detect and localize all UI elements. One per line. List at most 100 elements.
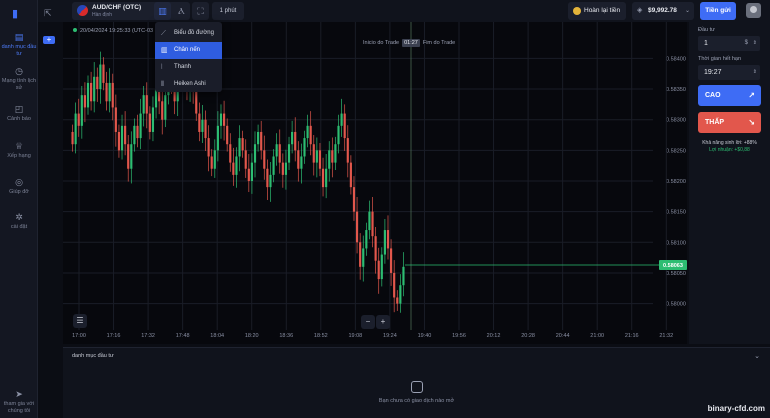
sidebar-item-portfolio[interactable]: ▤ danh mục đầu tư (0, 32, 38, 57)
zoom-in-button[interactable]: + (376, 315, 390, 329)
collapse-sidebar-icon[interactable]: ⇱ (44, 8, 52, 19)
y-tick-label: 0.58250 (666, 148, 686, 154)
x-tick-label: 21:00 (590, 333, 604, 339)
candle-body (390, 248, 393, 273)
invest-field[interactable]: 1 $ ⇕ (698, 36, 760, 51)
sidebar-item-ranking[interactable]: ♕ Xếp hạng (0, 141, 38, 160)
candle-body (241, 138, 244, 151)
asset-name: AUD/CHF (OTC) (92, 4, 142, 11)
candle-body (204, 119, 207, 139)
candle-body (371, 211, 374, 237)
candle-body (399, 285, 402, 304)
trade-window-labels: Inicio do Trade 01:27 Fim do Trade (363, 39, 455, 47)
candle-body (374, 236, 377, 261)
candle-body (105, 82, 108, 102)
sidebar-item-alerts[interactable]: ◰ Cảnh báo (0, 104, 38, 123)
candle-body (260, 131, 263, 151)
candle-body (278, 144, 281, 163)
timeframe-selector[interactable]: 1 phút (212, 2, 244, 20)
menu-item-label: Heiken Ashi (174, 81, 206, 87)
candle-body (207, 138, 210, 157)
arrow-down-right-icon: ↘ (748, 118, 755, 127)
profit-amount: Lợi nhuận: +$0,88 (709, 147, 750, 153)
x-tick-label: 17:00 (72, 333, 86, 339)
current-price-label: 0.58063 (663, 263, 683, 269)
candle-body (216, 125, 219, 151)
wallet-icon: ◈ (637, 7, 643, 14)
candle-body (362, 248, 365, 267)
down-label: THẤP (705, 119, 725, 126)
minus-icon: − (365, 317, 371, 326)
drawing-tools-button[interactable]: ⛶ (192, 2, 209, 20)
stepper-icon[interactable]: ⇕ (753, 36, 757, 51)
balance-value: $9,992.78 (648, 7, 677, 14)
menu-item-candlestick[interactable]: ▥ Chân nến (155, 42, 222, 59)
gear-icon: ✲ (15, 212, 23, 222)
sidebar-item-join-chat[interactable]: ➤ tham gia với chúng tôi (0, 389, 38, 414)
candle-body (229, 144, 232, 163)
sidebar-item-settings[interactable]: ✲ cài đặt (0, 212, 38, 231)
sidebar-item-help[interactable]: ◎ Giúp đỡ (0, 177, 38, 196)
chart-type-button[interactable]: ▥ (154, 2, 171, 20)
candle-body (133, 125, 136, 145)
chart-settings-button[interactable]: ☰ (73, 314, 87, 328)
refund-button[interactable]: Hoàn lại tiền (568, 2, 626, 20)
candle-body (114, 107, 117, 132)
candle-body (328, 150, 331, 169)
zoom-out-button[interactable]: − (361, 315, 375, 329)
arrow-up-right-icon: ↗ (748, 91, 755, 100)
candle-body (102, 64, 105, 83)
sidebar-item-history[interactable]: ◷ Mạng tình lịch sử (0, 66, 38, 91)
candle-body (235, 156, 238, 175)
candle-body (83, 95, 86, 108)
profit-rate: Khả năng sinh lời: +88% (702, 140, 757, 146)
chevron-down-icon[interactable]: ⌄ (754, 352, 760, 360)
x-tick-label: 17:32 (141, 333, 155, 339)
help-icon: ◎ (15, 177, 23, 187)
menu-item-bar-chart[interactable]: ⦚ Thanh (155, 59, 222, 76)
menu-item-line-chart[interactable]: ⟋ Biểu đồ đường (155, 25, 222, 42)
x-tick-label: 21:16 (625, 333, 639, 339)
bell-icon: ◰ (14, 104, 24, 114)
expiry-field[interactable]: 19:27 ⇕ (698, 65, 760, 80)
logo-icon[interactable]: ▮ (12, 7, 24, 20)
add-asset-button[interactable]: + (43, 36, 55, 44)
menu-item-heiken-ashi[interactable]: ⫴ Heiken Ashi (155, 76, 222, 93)
bar-chart-icon: ⦚ (161, 64, 163, 71)
y-tick-label: 0.58100 (666, 240, 686, 246)
balance-selector[interactable]: ◈ $9,992.78 ⌄ (632, 2, 694, 20)
candle-body (136, 125, 139, 139)
candle-body (250, 162, 253, 181)
candle-body (130, 144, 133, 169)
candle-body (284, 162, 288, 175)
y-tick-label: 0.58200 (666, 179, 686, 185)
candle-body (120, 125, 124, 151)
y-tick-label: 0.58050 (666, 271, 686, 277)
candle-body (96, 76, 99, 90)
drawing-icon: ⛶ (197, 6, 204, 16)
x-tick-label: 18:04 (210, 333, 224, 339)
candle-body (77, 113, 80, 126)
candle-body (275, 144, 278, 157)
x-tick-label: 19:56 (452, 333, 466, 339)
trade-start-label: Inicio do Trade (363, 40, 400, 46)
x-tick-label: 18:52 (314, 333, 328, 339)
buy-down-button[interactable]: THẤP ↘ (698, 112, 761, 133)
currency-suffix: $ (744, 40, 748, 46)
x-tick-label: 17:16 (107, 333, 121, 339)
stepper-icon[interactable]: ⇕ (753, 65, 757, 80)
buy-up-button[interactable]: CAO ↗ (698, 85, 761, 106)
portfolio-icon: ▤ (14, 32, 24, 42)
avatar[interactable] (746, 3, 761, 18)
candle-body (300, 156, 303, 169)
indicators-button[interactable]: Ⲁ (173, 2, 190, 20)
candle-body (331, 150, 334, 163)
candle-body (294, 131, 297, 151)
candle-body (315, 150, 318, 163)
sidebar-item-label: Cảnh báo (7, 116, 31, 122)
candle-body (90, 82, 93, 102)
candle-body (148, 113, 151, 132)
candle-body (80, 95, 83, 126)
deposit-button[interactable]: Tiền gửi (700, 2, 736, 20)
candle-body (226, 125, 229, 145)
